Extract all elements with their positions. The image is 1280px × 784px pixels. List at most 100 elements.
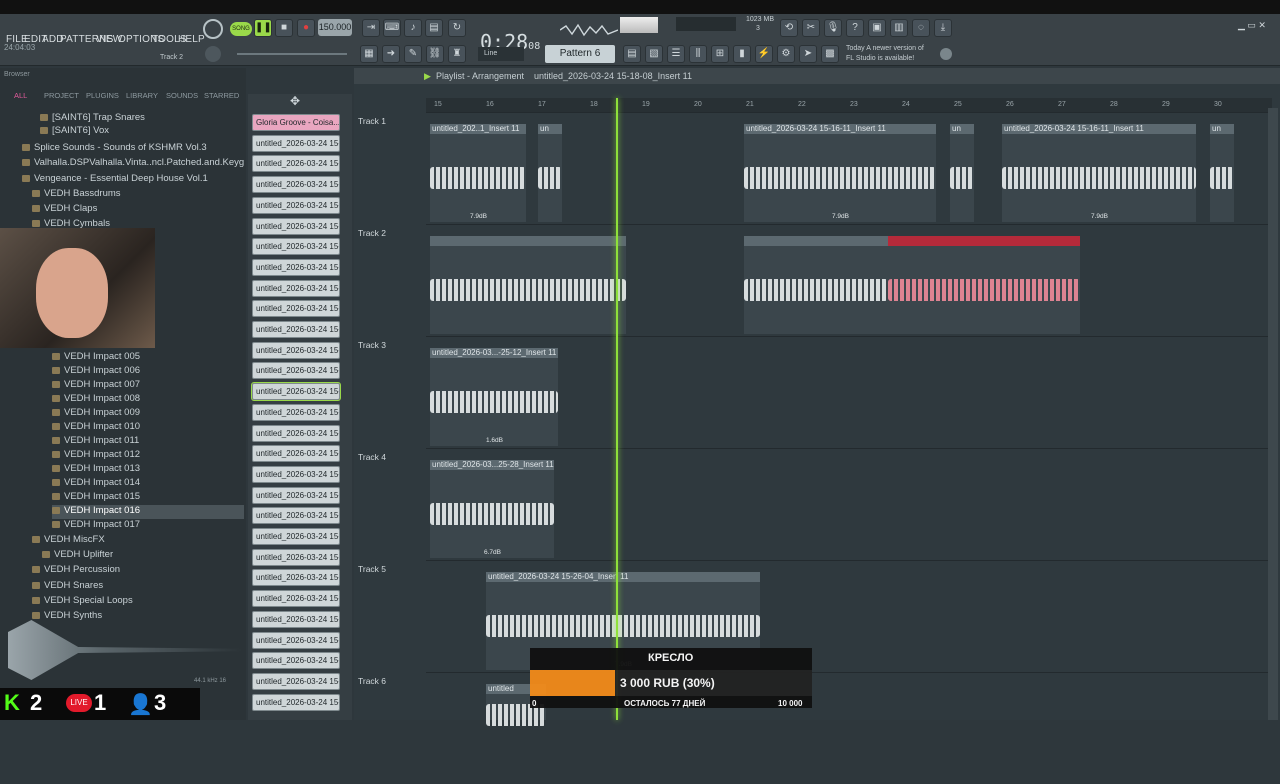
browser-tab-project[interactable]: PROJECT bbox=[44, 91, 79, 100]
plugin-icon[interactable]: ▥ bbox=[890, 19, 908, 37]
piano-icon[interactable]: ▦ bbox=[360, 45, 378, 63]
typing-keyboard-icon[interactable]: ⌨ bbox=[383, 19, 401, 37]
browser-item[interactable]: VEDH Impact 013 bbox=[52, 463, 244, 477]
audio-clip[interactable]: untitled_2026-03...-25-12_Insert 11 1.6dB bbox=[430, 348, 558, 446]
mixer-icon[interactable]: ⫼ bbox=[689, 45, 707, 63]
browser-item[interactable]: Vengeance - Essential Deep House Vol.1 bbox=[22, 173, 244, 187]
browser-item[interactable]: VEDH Impact 005 bbox=[52, 351, 244, 365]
update-news[interactable]: Today A newer version of FL Studio is ava… bbox=[846, 44, 924, 64]
channel-button[interactable]: untitled_2026-03-24 15- bbox=[252, 507, 340, 525]
browser-item[interactable]: Splice Sounds - Sounds of KSHMR Vol.3 bbox=[22, 142, 244, 156]
step-edit-icon[interactable]: ♪ bbox=[404, 19, 422, 37]
browser-item[interactable]: VEDH Impact 017 bbox=[52, 519, 244, 533]
audio-clip[interactable]: un bbox=[1210, 124, 1234, 222]
channel-button[interactable]: untitled_2026-03-24 15- bbox=[252, 693, 340, 711]
channel-button[interactable]: untitled_2026-03-24 15- bbox=[252, 362, 340, 380]
channel-button[interactable]: untitled_2026-03-24 15- bbox=[252, 652, 340, 670]
channel-button[interactable]: untitled_2026-03-24 15- bbox=[252, 279, 340, 297]
save-icon[interactable]: ▣ bbox=[868, 19, 886, 37]
channel-button[interactable]: untitled_2026-03-24 15- bbox=[252, 424, 340, 442]
browser-item[interactable]: VEDH Impact 012 bbox=[52, 449, 244, 463]
browser-item[interactable]: VEDH Snares bbox=[32, 580, 244, 594]
browser-item[interactable]: VEDH Claps bbox=[32, 203, 244, 217]
channel-rack-icon[interactable]: ☰ bbox=[667, 45, 685, 63]
track-label[interactable]: Track 5 bbox=[358, 564, 386, 574]
browser-item[interactable]: VEDH Special Loops bbox=[32, 595, 244, 609]
browser-item[interactable]: VEDH Impact 016 bbox=[52, 505, 244, 519]
stamp-icon[interactable]: ♜ bbox=[448, 45, 466, 63]
channel-button[interactable]: untitled_2026-03-24 15- bbox=[252, 321, 340, 338]
snap-selector[interactable]: Line bbox=[478, 47, 524, 61]
browser-item[interactable]: VEDH Impact 007 bbox=[52, 379, 244, 393]
browser-tab-plugins[interactable]: PLUGINS bbox=[86, 91, 119, 100]
audio-clip[interactable]: untitled_2026-03-24 15-16-11_Insert 11 7.… bbox=[744, 124, 936, 222]
window-controls[interactable]: ▁ ▭ ✕ bbox=[1238, 20, 1266, 31]
browser-item[interactable]: [SAINT6] Trap Snares bbox=[40, 112, 244, 126]
channel-button[interactable]: untitled_2026-03-24 15- bbox=[252, 631, 340, 649]
audio-clip[interactable]: un bbox=[950, 124, 974, 222]
channel-button[interactable]: Gloria Groove - Coisa... bbox=[252, 114, 340, 131]
countdown-icon[interactable]: ▤ bbox=[425, 19, 443, 37]
play-icon[interactable]: ▶ bbox=[424, 71, 431, 82]
browser-tab-all[interactable]: ALL bbox=[14, 91, 27, 100]
send-icon[interactable]: ➤ bbox=[799, 45, 817, 63]
browser-item[interactable]: VEDH Impact 014 bbox=[52, 477, 244, 491]
channel-button[interactable]: untitled_2026-03-24 15- bbox=[252, 445, 340, 463]
pause-button[interactable]: ❚❚ bbox=[254, 19, 272, 37]
channel-button[interactable]: untitled_2026-03-24 15- bbox=[252, 217, 340, 235]
stop-button[interactable]: ■ bbox=[275, 19, 293, 37]
news-icon[interactable] bbox=[940, 48, 952, 60]
audio-clip[interactable] bbox=[888, 236, 1080, 334]
browser-tab-library[interactable]: LIBRARY bbox=[126, 91, 158, 100]
pencil-icon[interactable]: ✎ bbox=[404, 45, 422, 63]
browser-item[interactable]: [SAINT6] Vox bbox=[40, 125, 244, 139]
channel-button[interactable]: untitled_2026-03-24 15- bbox=[252, 196, 340, 214]
blend-icon[interactable]: ⇥ bbox=[362, 19, 380, 37]
browser-item[interactable]: VEDH MiscFX bbox=[32, 534, 244, 548]
help-icon[interactable]: ? bbox=[846, 19, 864, 37]
browser-item[interactable]: VEDH Uplifter bbox=[42, 549, 244, 563]
master-pitch-slider[interactable] bbox=[237, 53, 347, 55]
link-icon[interactable]: ⛓ bbox=[426, 45, 444, 63]
track-label[interactable]: Track 4 bbox=[358, 452, 386, 462]
audio-clip[interactable]: un bbox=[538, 124, 562, 222]
audio-clip[interactable] bbox=[430, 236, 626, 334]
playlist-icon[interactable]: ▤ bbox=[623, 45, 641, 63]
track-label[interactable]: Track 2 bbox=[358, 228, 386, 238]
track-label[interactable]: Track 6 bbox=[358, 676, 386, 686]
vertical-scrollbar[interactable] bbox=[1268, 108, 1278, 720]
piano-roll-icon[interactable]: ▧ bbox=[645, 45, 663, 63]
plug-icon[interactable]: ⚡ bbox=[755, 45, 773, 63]
channel-button[interactable]: untitled_2026-03-24 15- bbox=[252, 569, 340, 587]
browser-item[interactable]: VEDH Percussion bbox=[32, 564, 244, 578]
arrow-icon[interactable]: ➜ bbox=[382, 45, 400, 63]
browser-item[interactable]: Valhalla.DSPValhalla.Vinta..ncl.Patched.… bbox=[22, 157, 244, 171]
cut-icon[interactable]: ✂ bbox=[802, 19, 820, 37]
channel-button[interactable]: untitled_2026-03-24 15- bbox=[252, 134, 340, 152]
browser-item[interactable]: VEDH Synths bbox=[32, 610, 244, 624]
browser-item[interactable]: VEDH Impact 008 bbox=[52, 393, 244, 407]
channel-button[interactable]: untitled_2026-03-24 15- bbox=[252, 238, 340, 256]
browser-item[interactable]: VEDH Impact 006 bbox=[52, 365, 244, 379]
metronome-icon[interactable] bbox=[203, 19, 223, 39]
track-label[interactable]: Track 3 bbox=[358, 340, 386, 350]
channel-button[interactable]: untitled_2026-03-24 15- bbox=[252, 403, 340, 421]
undo-history-icon[interactable]: ⟲ bbox=[780, 19, 798, 37]
browser-item[interactable]: VEDH Impact 009 bbox=[52, 407, 244, 421]
browser-tab-starred[interactable]: STARRED bbox=[204, 91, 239, 100]
master-volume-knob[interactable] bbox=[205, 46, 221, 62]
audio-clip[interactable]: untitled_202..1_Insert 11 7.9dB bbox=[430, 124, 526, 222]
menu-help[interactable]: HELP bbox=[178, 34, 205, 45]
audio-clip[interactable]: untitled_2026-03...25-28_Insert 11 6.7dB bbox=[430, 460, 554, 558]
browser-tab-sounds[interactable]: SOUNDS bbox=[166, 91, 198, 100]
channel-button[interactable]: untitled_2026-03-24 15- bbox=[251, 382, 341, 402]
microphone-icon[interactable]: 🎙 bbox=[824, 19, 842, 37]
browser-item[interactable]: VEDH Impact 015 bbox=[52, 491, 244, 505]
song-mode-toggle[interactable]: SONG bbox=[230, 22, 252, 36]
channel-button[interactable]: untitled_2026-03-24 15- bbox=[252, 465, 340, 483]
channel-button[interactable]: untitled_2026-03-24 15- bbox=[252, 486, 340, 504]
download-icon[interactable]: ⤓ bbox=[934, 19, 952, 37]
tempo-display[interactable]: 150.000 bbox=[318, 19, 352, 36]
browser-item[interactable]: VEDH Impact 011 bbox=[52, 435, 244, 449]
tools-icon[interactable]: ⚙ bbox=[777, 45, 795, 63]
